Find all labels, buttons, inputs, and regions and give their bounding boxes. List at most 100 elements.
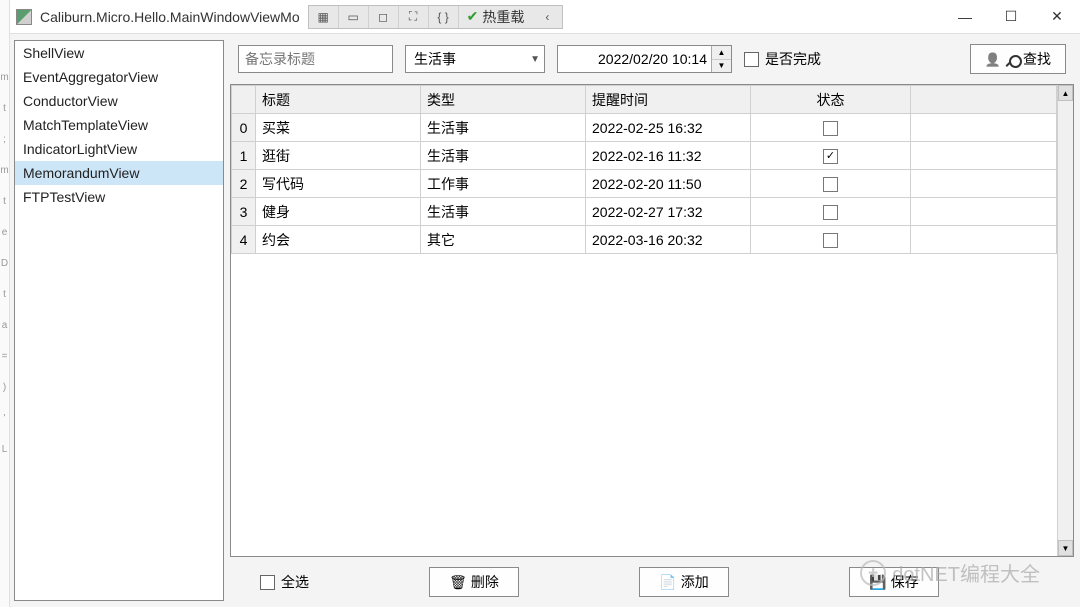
window-title: Caliburn.Micro.Hello.MainWindowViewMo <box>40 9 300 25</box>
cell-time[interactable]: 2022-02-25 16:32 <box>586 114 751 142</box>
search-icon <box>1005 52 1019 66</box>
col-header-extra[interactable] <box>911 86 1057 114</box>
titlebar: Caliburn.Micro.Hello.MainWindowViewMo ▦ … <box>10 0 1080 34</box>
spinner-down[interactable]: ▼ <box>712 60 731 73</box>
cell-type[interactable]: 生活事 <box>421 114 586 142</box>
row-checkbox[interactable] <box>823 205 838 220</box>
row-header[interactable]: 1 <box>232 142 256 170</box>
sidebar-item[interactable]: ConductorView <box>15 89 223 113</box>
save-button[interactable]: 💾 保存 <box>849 567 939 597</box>
spinner-up[interactable]: ▲ <box>712 46 731 60</box>
chevron-down-icon: ▼ <box>530 54 540 65</box>
datetime-value: 2022/02/20 10:14 <box>558 51 711 67</box>
window-controls: — ☐ ✕ <box>942 1 1080 33</box>
table-row[interactable]: 3健身生活事2022-02-27 17:32 <box>232 198 1057 226</box>
cell-time[interactable]: 2022-03-16 20:32 <box>586 226 751 254</box>
done-checkbox[interactable] <box>744 52 759 67</box>
row-checkbox[interactable] <box>823 121 838 136</box>
col-header-title[interactable]: 标题 <box>256 86 421 114</box>
cell-status[interactable] <box>751 114 911 142</box>
cell-title[interactable]: 买菜 <box>256 114 421 142</box>
row-header[interactable]: 3 <box>232 198 256 226</box>
cell-type[interactable]: 生活事 <box>421 198 586 226</box>
data-grid: 标题 类型 提醒时间 状态 0买菜生活事2022-02-25 16:321逛街生… <box>230 84 1074 557</box>
table-row[interactable]: 1逛街生活事2022-02-16 11:32 ✓ <box>232 142 1057 170</box>
table-row[interactable]: 0买菜生活事2022-02-25 16:32 <box>232 114 1057 142</box>
search-button[interactable]: 查找 <box>970 44 1066 74</box>
col-header-status[interactable]: 状态 <box>751 86 911 114</box>
delete-label: 删除 <box>471 572 499 592</box>
row-header[interactable]: 0 <box>232 114 256 142</box>
editor-gutter: mt;mteDta=)'L <box>0 0 10 607</box>
cell-time[interactable]: 2022-02-27 17:32 <box>586 198 751 226</box>
cell-extra[interactable] <box>911 142 1057 170</box>
cell-type[interactable]: 其它 <box>421 226 586 254</box>
corner-header[interactable] <box>232 86 256 114</box>
scroll-up-button[interactable]: ▲ <box>1058 85 1073 101</box>
vs-tool-btn-1[interactable]: ▦ <box>309 6 339 28</box>
sidebar-item[interactable]: MatchTemplateView <box>15 113 223 137</box>
sidebar-item[interactable]: EventAggregatorView <box>15 65 223 89</box>
table-row[interactable]: 4约会其它2022-03-16 20:32 <box>232 226 1057 254</box>
delete-button[interactable]: 🗑 删除 <box>429 567 519 597</box>
col-header-time[interactable]: 提醒时间 <box>586 86 751 114</box>
select-all: 全选 <box>260 572 309 592</box>
close-button[interactable]: ✕ <box>1034 1 1080 33</box>
vs-toolbar-collapse[interactable]: ‹ <box>532 6 562 28</box>
cell-status[interactable] <box>751 170 911 198</box>
cell-type[interactable]: 生活事 <box>421 142 586 170</box>
bottom-bar: 全选 🗑 删除 📄 添加 💾 保存 <box>230 563 1074 601</box>
sidebar-item[interactable]: MemorandumView <box>15 161 223 185</box>
vs-tool-btn-5[interactable]: { } <box>429 6 459 28</box>
vs-tool-btn-2[interactable]: ▭ <box>339 6 369 28</box>
save-label: 保存 <box>891 572 919 592</box>
cell-extra[interactable] <box>911 170 1057 198</box>
cell-status[interactable] <box>751 198 911 226</box>
vertical-scrollbar: ▲ ▼ <box>1057 85 1073 556</box>
select-all-checkbox[interactable] <box>260 575 275 590</box>
title-input[interactable] <box>238 45 393 73</box>
sidebar-item[interactable]: FTPTestView <box>15 185 223 209</box>
hot-reload[interactable]: ✔ 热重载 <box>459 7 533 27</box>
vs-tool-btn-3[interactable]: ◻ <box>369 6 399 28</box>
cell-title[interactable]: 健身 <box>256 198 421 226</box>
add-label: 添加 <box>681 572 709 592</box>
cell-status[interactable]: ✓ <box>751 142 911 170</box>
datetime-picker[interactable]: 2022/02/20 10:14 ▲ ▼ <box>557 45 732 73</box>
person-icon <box>985 51 1001 68</box>
row-checkbox[interactable] <box>823 233 838 248</box>
trash-icon: 🗑 <box>449 574 467 591</box>
sidebar-item[interactable]: IndicatorLightView <box>15 137 223 161</box>
row-checkbox[interactable]: ✓ <box>823 149 838 164</box>
hot-reload-label: 热重载 <box>482 7 524 27</box>
check-icon: ✔ <box>467 8 479 25</box>
maximize-button[interactable]: ☐ <box>988 1 1034 33</box>
sidebar-item[interactable]: ShellView <box>15 41 223 65</box>
row-header[interactable]: 4 <box>232 226 256 254</box>
row-header[interactable]: 2 <box>232 170 256 198</box>
cell-title[interactable]: 写代码 <box>256 170 421 198</box>
cell-title[interactable]: 约会 <box>256 226 421 254</box>
vs-tool-btn-4[interactable]: ⛶ <box>399 6 429 28</box>
cell-title[interactable]: 逛街 <box>256 142 421 170</box>
type-combo[interactable]: 生活事 ▼ <box>405 45 545 73</box>
cell-extra[interactable] <box>911 198 1057 226</box>
app-icon <box>16 9 32 25</box>
cell-time[interactable]: 2022-02-16 11:32 <box>586 142 751 170</box>
cell-time[interactable]: 2022-02-20 11:50 <box>586 170 751 198</box>
cell-type[interactable]: 工作事 <box>421 170 586 198</box>
done-label: 是否完成 <box>765 49 821 69</box>
vs-debug-toolbar: ▦ ▭ ◻ ⛶ { } ✔ 热重载 ‹ <box>308 5 564 29</box>
minimize-button[interactable]: — <box>942 1 988 33</box>
cell-status[interactable] <box>751 226 911 254</box>
cell-extra[interactable] <box>911 226 1057 254</box>
cell-extra[interactable] <box>911 114 1057 142</box>
scroll-down-button[interactable]: ▼ <box>1058 540 1073 556</box>
scroll-track[interactable] <box>1058 101 1073 540</box>
row-checkbox[interactable] <box>823 177 838 192</box>
add-button[interactable]: 📄 添加 <box>639 567 729 597</box>
save-icon: 💾 <box>869 574 886 591</box>
table-row[interactable]: 2写代码工作事2022-02-20 11:50 <box>232 170 1057 198</box>
search-label: 查找 <box>1023 49 1051 69</box>
col-header-type[interactable]: 类型 <box>421 86 586 114</box>
